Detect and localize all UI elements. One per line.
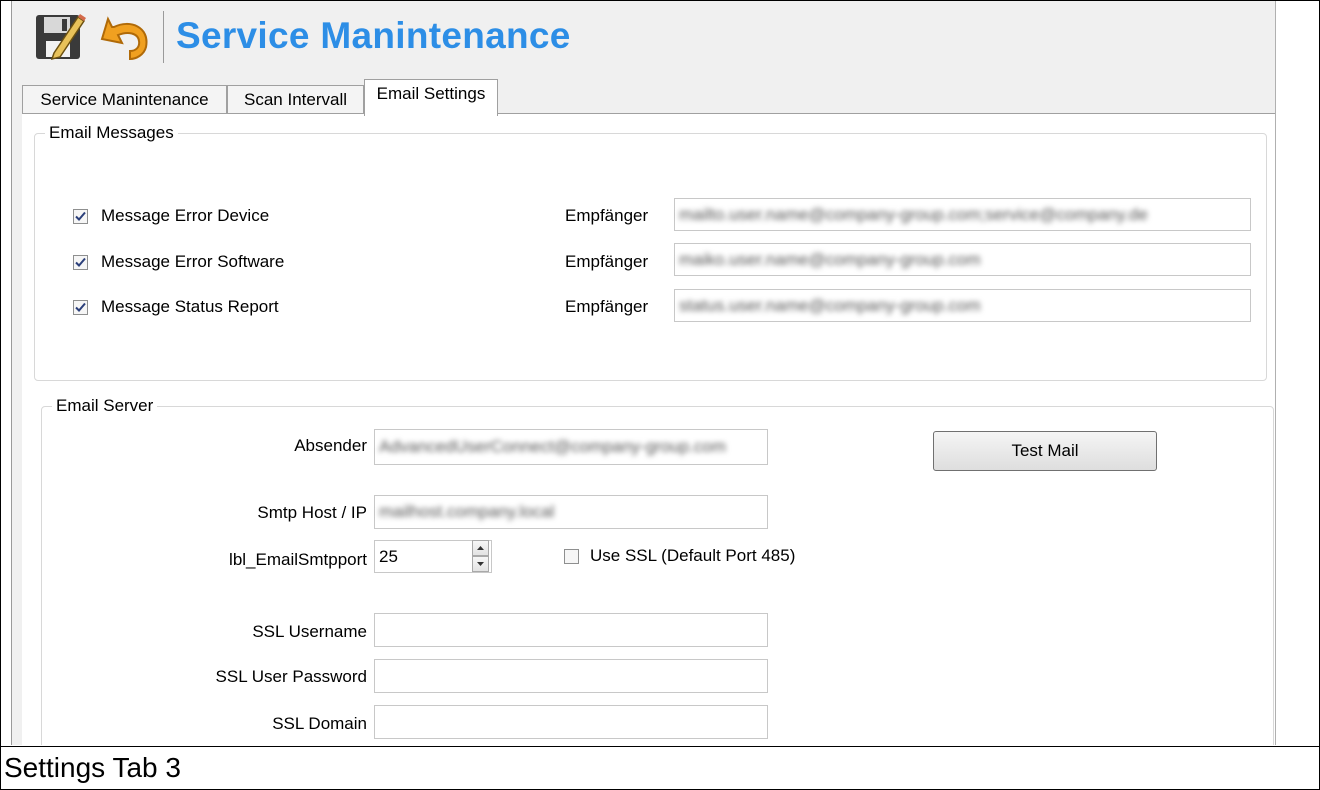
tab-email-settings[interactable]: Email Settings — [364, 79, 498, 116]
arrow-up-icon — [477, 546, 484, 550]
ssl-domain-input[interactable] — [374, 705, 768, 739]
use-ssl-label: Use SSL (Default Port 485) — [590, 546, 796, 565]
figure-caption: Settings Tab 3 — [4, 752, 181, 783]
undo-icon[interactable] — [96, 11, 154, 63]
toolbar-separator — [163, 11, 164, 63]
recipient-label: Empfänger — [565, 252, 649, 271]
recipient-status-report-input[interactable]: status.user.name@company-group.com — [674, 289, 1251, 322]
checkmark-icon — [75, 257, 86, 267]
sender-label: Absender — [294, 436, 367, 455]
save-edit-icon[interactable] — [34, 11, 86, 63]
ssl-domain-label: SSL Domain — [272, 714, 367, 733]
smtp-host-value: mailhost.company.local — [379, 502, 555, 521]
smtp-port-label: lbl_EmailSmtpport — [229, 550, 367, 569]
ssl-password-input[interactable] — [374, 659, 768, 693]
recipient-value: mailto.user.name@company-group.com;servi… — [679, 205, 1148, 224]
header-toolbar: Service Manintenance — [12, 1, 1275, 79]
message-error-device-label: Message Error Device — [101, 206, 270, 225]
recipient-label: Empfänger — [565, 206, 649, 225]
recipient-value: maiko.user.name@company-group.com — [679, 250, 981, 269]
smtp-host-input[interactable]: mailhost.company.local — [374, 495, 768, 529]
email-messages-title: Email Messages — [45, 122, 178, 144]
arrow-down-icon — [477, 562, 484, 566]
recipient-error-software-input[interactable]: maiko.user.name@company-group.com — [674, 243, 1251, 276]
stepper-up-button[interactable] — [472, 540, 489, 556]
smtp-host-label: Smtp Host / IP — [257, 503, 367, 522]
email-server-group: Email Server Absender AdvancedUserConnec… — [41, 395, 1274, 745]
page-title: Service Manintenance — [176, 15, 571, 56]
tab-scan-intervall[interactable]: Scan Intervall — [227, 85, 364, 114]
email-settings-panel: Email Messages Message Error Device Empf… — [22, 114, 1275, 745]
ssl-username-input[interactable] — [374, 613, 768, 647]
recipient-error-device-input[interactable]: mailto.user.name@company-group.com;servi… — [674, 198, 1251, 231]
message-error-device-checkbox[interactable] — [73, 209, 88, 224]
sender-value: AdvancedUserConnect@company-group.com — [379, 437, 727, 456]
checkmark-icon — [75, 211, 86, 221]
smtp-port-value: 25 — [379, 547, 398, 566]
message-status-report-label: Message Status Report — [101, 297, 279, 316]
message-status-report-checkbox[interactable] — [73, 300, 88, 315]
app-window: Service Manintenance Service Manintenanc… — [11, 1, 1276, 745]
caption-divider — [0, 746, 1320, 747]
sender-input[interactable]: AdvancedUserConnect@company-group.com — [374, 429, 768, 465]
ssl-password-label: SSL User Password — [215, 667, 367, 686]
ssl-username-label: SSL Username — [252, 622, 367, 641]
stepper-down-button[interactable] — [472, 556, 489, 572]
use-ssl-checkbox[interactable] — [564, 549, 579, 564]
tab-service-manintenance[interactable]: Service Manintenance — [22, 85, 227, 114]
test-mail-button[interactable]: Test Mail — [933, 431, 1157, 471]
message-error-software-label: Message Error Software — [101, 252, 285, 271]
port-stepper[interactable] — [472, 540, 489, 573]
email-server-title: Email Server — [52, 395, 158, 417]
recipient-value: status.user.name@company-group.com — [679, 296, 981, 315]
checkmark-icon — [75, 302, 86, 312]
recipient-label: Empfänger — [565, 297, 649, 316]
message-error-software-checkbox[interactable] — [73, 255, 88, 270]
email-messages-group: Email Messages Message Error Device Empf… — [34, 122, 1267, 381]
